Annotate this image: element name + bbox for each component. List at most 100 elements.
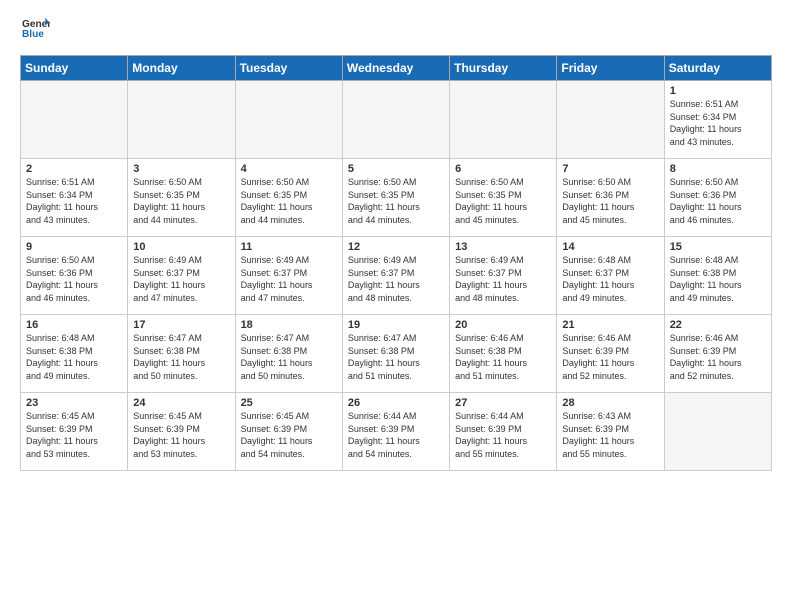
- day-number: 8: [670, 163, 766, 175]
- day-number: 19: [348, 319, 444, 331]
- day-info: Sunrise: 6:50 AM Sunset: 6:35 PM Dayligh…: [133, 176, 229, 226]
- day-number: 21: [562, 319, 658, 331]
- day-number: 16: [26, 319, 122, 331]
- day-number: 22: [670, 319, 766, 331]
- calendar-cell: 9Sunrise: 6:50 AM Sunset: 6:36 PM Daylig…: [21, 237, 128, 315]
- weekday-header-wednesday: Wednesday: [342, 56, 449, 81]
- calendar-cell: 18Sunrise: 6:47 AM Sunset: 6:38 PM Dayli…: [235, 315, 342, 393]
- day-number: 2: [26, 163, 122, 175]
- calendar-week-2: 9Sunrise: 6:50 AM Sunset: 6:36 PM Daylig…: [21, 237, 772, 315]
- day-number: 27: [455, 397, 551, 409]
- day-info: Sunrise: 6:46 AM Sunset: 6:39 PM Dayligh…: [670, 332, 766, 382]
- calendar-cell: 10Sunrise: 6:49 AM Sunset: 6:37 PM Dayli…: [128, 237, 235, 315]
- calendar-cell: [21, 81, 128, 159]
- day-info: Sunrise: 6:44 AM Sunset: 6:39 PM Dayligh…: [348, 410, 444, 460]
- day-info: Sunrise: 6:47 AM Sunset: 6:38 PM Dayligh…: [348, 332, 444, 382]
- logo: General Blue: [20, 16, 50, 49]
- day-info: Sunrise: 6:51 AM Sunset: 6:34 PM Dayligh…: [670, 98, 766, 148]
- calendar-week-3: 16Sunrise: 6:48 AM Sunset: 6:38 PM Dayli…: [21, 315, 772, 393]
- logo-icon: General Blue: [22, 16, 50, 44]
- day-info: Sunrise: 6:50 AM Sunset: 6:36 PM Dayligh…: [670, 176, 766, 226]
- day-number: 20: [455, 319, 551, 331]
- day-number: 25: [241, 397, 337, 409]
- weekday-header-sunday: Sunday: [21, 56, 128, 81]
- day-info: Sunrise: 6:50 AM Sunset: 6:35 PM Dayligh…: [348, 176, 444, 226]
- calendar-cell: 28Sunrise: 6:43 AM Sunset: 6:39 PM Dayli…: [557, 393, 664, 471]
- day-number: 26: [348, 397, 444, 409]
- calendar-cell: [128, 81, 235, 159]
- weekday-header-thursday: Thursday: [450, 56, 557, 81]
- day-number: 4: [241, 163, 337, 175]
- calendar-header-row: SundayMondayTuesdayWednesdayThursdayFrid…: [21, 56, 772, 81]
- calendar-cell: 27Sunrise: 6:44 AM Sunset: 6:39 PM Dayli…: [450, 393, 557, 471]
- calendar-cell: 4Sunrise: 6:50 AM Sunset: 6:35 PM Daylig…: [235, 159, 342, 237]
- calendar-cell: [342, 81, 449, 159]
- day-info: Sunrise: 6:45 AM Sunset: 6:39 PM Dayligh…: [133, 410, 229, 460]
- day-number: 28: [562, 397, 658, 409]
- day-number: 11: [241, 241, 337, 253]
- day-info: Sunrise: 6:44 AM Sunset: 6:39 PM Dayligh…: [455, 410, 551, 460]
- calendar-cell: 24Sunrise: 6:45 AM Sunset: 6:39 PM Dayli…: [128, 393, 235, 471]
- day-number: 3: [133, 163, 229, 175]
- day-info: Sunrise: 6:50 AM Sunset: 6:36 PM Dayligh…: [562, 176, 658, 226]
- calendar-cell: 19Sunrise: 6:47 AM Sunset: 6:38 PM Dayli…: [342, 315, 449, 393]
- calendar-cell: 13Sunrise: 6:49 AM Sunset: 6:37 PM Dayli…: [450, 237, 557, 315]
- calendar-cell: 8Sunrise: 6:50 AM Sunset: 6:36 PM Daylig…: [664, 159, 771, 237]
- weekday-header-friday: Friday: [557, 56, 664, 81]
- day-number: 12: [348, 241, 444, 253]
- calendar-cell: 14Sunrise: 6:48 AM Sunset: 6:37 PM Dayli…: [557, 237, 664, 315]
- day-number: 9: [26, 241, 122, 253]
- calendar-cell: 11Sunrise: 6:49 AM Sunset: 6:37 PM Dayli…: [235, 237, 342, 315]
- calendar-cell: 25Sunrise: 6:45 AM Sunset: 6:39 PM Dayli…: [235, 393, 342, 471]
- calendar-cell: 15Sunrise: 6:48 AM Sunset: 6:38 PM Dayli…: [664, 237, 771, 315]
- calendar-cell: 26Sunrise: 6:44 AM Sunset: 6:39 PM Dayli…: [342, 393, 449, 471]
- weekday-header-saturday: Saturday: [664, 56, 771, 81]
- page: General Blue SundayMondayTuesdayWednesda…: [0, 0, 792, 487]
- day-number: 23: [26, 397, 122, 409]
- day-number: 10: [133, 241, 229, 253]
- calendar-table: SundayMondayTuesdayWednesdayThursdayFrid…: [20, 55, 772, 471]
- calendar-cell: 16Sunrise: 6:48 AM Sunset: 6:38 PM Dayli…: [21, 315, 128, 393]
- calendar-cell: 12Sunrise: 6:49 AM Sunset: 6:37 PM Dayli…: [342, 237, 449, 315]
- calendar-cell: [235, 81, 342, 159]
- day-number: 7: [562, 163, 658, 175]
- calendar-cell: 6Sunrise: 6:50 AM Sunset: 6:35 PM Daylig…: [450, 159, 557, 237]
- calendar-cell: 20Sunrise: 6:46 AM Sunset: 6:38 PM Dayli…: [450, 315, 557, 393]
- day-info: Sunrise: 6:45 AM Sunset: 6:39 PM Dayligh…: [241, 410, 337, 460]
- day-info: Sunrise: 6:47 AM Sunset: 6:38 PM Dayligh…: [133, 332, 229, 382]
- calendar-cell: [450, 81, 557, 159]
- header: General Blue: [20, 16, 772, 49]
- calendar-cell: 7Sunrise: 6:50 AM Sunset: 6:36 PM Daylig…: [557, 159, 664, 237]
- calendar-cell: 23Sunrise: 6:45 AM Sunset: 6:39 PM Dayli…: [21, 393, 128, 471]
- calendar-cell: 1Sunrise: 6:51 AM Sunset: 6:34 PM Daylig…: [664, 81, 771, 159]
- day-number: 18: [241, 319, 337, 331]
- calendar-week-4: 23Sunrise: 6:45 AM Sunset: 6:39 PM Dayli…: [21, 393, 772, 471]
- calendar-week-1: 2Sunrise: 6:51 AM Sunset: 6:34 PM Daylig…: [21, 159, 772, 237]
- calendar-cell: [557, 81, 664, 159]
- day-info: Sunrise: 6:43 AM Sunset: 6:39 PM Dayligh…: [562, 410, 658, 460]
- day-info: Sunrise: 6:50 AM Sunset: 6:36 PM Dayligh…: [26, 254, 122, 304]
- day-info: Sunrise: 6:50 AM Sunset: 6:35 PM Dayligh…: [455, 176, 551, 226]
- day-number: 6: [455, 163, 551, 175]
- weekday-header-tuesday: Tuesday: [235, 56, 342, 81]
- day-info: Sunrise: 6:48 AM Sunset: 6:37 PM Dayligh…: [562, 254, 658, 304]
- day-info: Sunrise: 6:46 AM Sunset: 6:39 PM Dayligh…: [562, 332, 658, 382]
- calendar-cell: 17Sunrise: 6:47 AM Sunset: 6:38 PM Dayli…: [128, 315, 235, 393]
- day-number: 15: [670, 241, 766, 253]
- svg-text:Blue: Blue: [22, 29, 44, 40]
- day-info: Sunrise: 6:46 AM Sunset: 6:38 PM Dayligh…: [455, 332, 551, 382]
- calendar-cell: 5Sunrise: 6:50 AM Sunset: 6:35 PM Daylig…: [342, 159, 449, 237]
- day-number: 1: [670, 85, 766, 97]
- calendar-week-0: 1Sunrise: 6:51 AM Sunset: 6:34 PM Daylig…: [21, 81, 772, 159]
- day-info: Sunrise: 6:45 AM Sunset: 6:39 PM Dayligh…: [26, 410, 122, 460]
- calendar-cell: 3Sunrise: 6:50 AM Sunset: 6:35 PM Daylig…: [128, 159, 235, 237]
- weekday-header-monday: Monday: [128, 56, 235, 81]
- day-info: Sunrise: 6:50 AM Sunset: 6:35 PM Dayligh…: [241, 176, 337, 226]
- day-number: 17: [133, 319, 229, 331]
- day-info: Sunrise: 6:51 AM Sunset: 6:34 PM Dayligh…: [26, 176, 122, 226]
- day-number: 14: [562, 241, 658, 253]
- day-info: Sunrise: 6:49 AM Sunset: 6:37 PM Dayligh…: [241, 254, 337, 304]
- day-number: 5: [348, 163, 444, 175]
- day-info: Sunrise: 6:48 AM Sunset: 6:38 PM Dayligh…: [670, 254, 766, 304]
- day-number: 13: [455, 241, 551, 253]
